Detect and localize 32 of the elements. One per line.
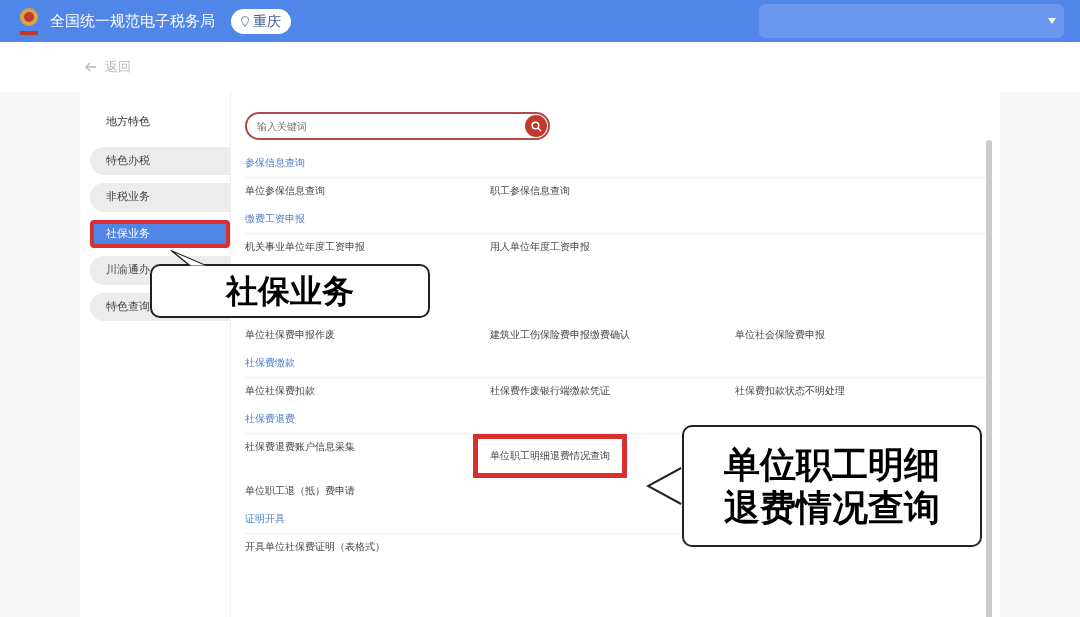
sidebar-tab[interactable]: 特色办税 — [90, 146, 230, 175]
callout-text: 单位职工明细 — [724, 442, 940, 486]
region-selector[interactable]: 重庆 — [231, 8, 291, 34]
callout-text: 社保业务 — [226, 271, 354, 311]
service-link[interactable]: 单位职工明细退费情况查询 — [473, 434, 627, 478]
back-arrow-icon — [85, 62, 97, 72]
service-link[interactable]: 建筑业工伤保险费申报缴费确认 — [490, 322, 630, 348]
account-selector[interactable] — [759, 4, 1064, 38]
service-link[interactable]: 开具单位社保费证明（表格式） — [245, 534, 385, 560]
service-link[interactable]: 社保费退费账户信息采集 — [245, 434, 355, 478]
search-icon — [530, 120, 542, 132]
service-link[interactable]: 用人单位年度工资申报 — [490, 234, 590, 260]
service-link[interactable]: 社保费作废银行端缴款凭证 — [490, 378, 610, 404]
service-link[interactable]: 单位社会保险费申报 — [735, 322, 825, 348]
section-heading: 社保费缴款 — [245, 348, 986, 378]
section-heading: 缴费工资申报 — [245, 204, 986, 234]
sidebar-tab[interactable]: 社保业务 — [90, 219, 230, 248]
service-link[interactable]: 单位参保信息查询 — [245, 178, 325, 204]
location-pin-icon — [241, 15, 249, 27]
service-link[interactable]: 职工参保信息查询 — [490, 178, 570, 204]
service-link[interactable]: 单位社保费扣款 — [245, 378, 315, 404]
caret-icon — [1048, 18, 1056, 24]
scrollbar[interactable] — [986, 140, 992, 617]
site-title: 全国统一规范电子税务局 — [50, 10, 215, 32]
sidebar-title: 地方特色 — [105, 114, 151, 130]
sidebar-tab[interactable]: 非税业务 — [90, 183, 230, 212]
service-link[interactable]: 单位社保费申报作废 — [245, 322, 335, 348]
service-link[interactable]: 机关事业单位年度工资申报 — [245, 234, 365, 260]
section-heading: 参保信息查询 — [245, 148, 986, 178]
service-link[interactable]: 社保费扣款状态不明处理 — [735, 378, 845, 404]
service-link[interactable]: 单位职工退（抵）费申请 — [245, 478, 355, 504]
search-field[interactable]: 输入关键词 — [245, 112, 550, 140]
